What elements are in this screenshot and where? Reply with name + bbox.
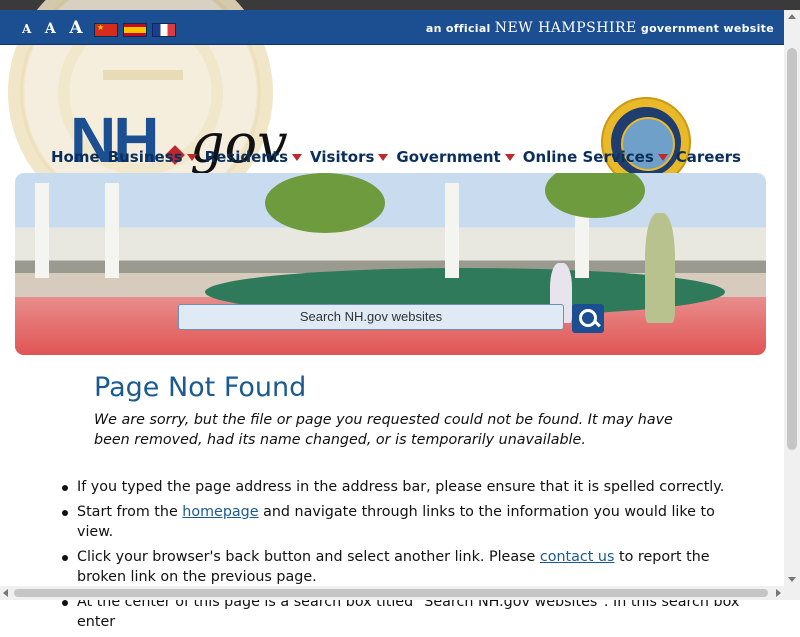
nav-home-label: Home — [51, 148, 100, 166]
search-icon — [579, 309, 597, 327]
french-flag-icon[interactable] — [152, 23, 176, 37]
font-size-large-button[interactable]: A — [69, 18, 82, 38]
hero-tree — [545, 173, 645, 218]
main-navigation: Home Business Residents Visitors Governm… — [51, 148, 749, 166]
suggestions-list: If you typed the page address in the add… — [62, 477, 742, 637]
list-item-text: Start from the — [77, 504, 183, 520]
search-button[interactable] — [572, 304, 604, 333]
official-prefix: an official — [425, 22, 491, 35]
nav-government-label: Government — [396, 148, 501, 166]
list-item-text: Click your browser's back button and sel… — [77, 549, 540, 565]
official-banner: A A A an official NEW HAMPSHIRE governme… — [0, 10, 784, 45]
horizontal-scrollbar[interactable] — [0, 586, 784, 600]
main-content: Page Not Found We are sorry, but the fil… — [94, 368, 674, 450]
font-size-controls: A A A — [22, 18, 91, 38]
caret-down-icon — [378, 153, 389, 161]
list-item: Click your browser's back button and sel… — [62, 547, 742, 587]
caret-down-icon — [504, 153, 515, 161]
list-item: If you typed the page address in the add… — [62, 477, 742, 497]
font-size-medium-button[interactable]: A — [45, 21, 56, 37]
list-item-text: If you typed the page address in the add… — [77, 479, 725, 495]
official-suffix: government website — [640, 22, 774, 35]
official-state: NEW HAMPSHIRE — [494, 20, 637, 36]
nav-item-business[interactable]: Business — [108, 148, 197, 166]
nav-item-home[interactable]: Home — [51, 148, 100, 166]
nav-item-visitors[interactable]: Visitors — [310, 148, 389, 166]
horizontal-scroll-thumb[interactable] — [14, 589, 768, 597]
contact-us-link[interactable]: contact us — [540, 549, 615, 565]
error-message: We are sorry, but the file or page you r… — [94, 412, 673, 448]
language-flags — [94, 23, 176, 37]
state-seal-inner — [611, 107, 681, 177]
caret-down-icon — [292, 153, 303, 161]
vertical-scroll-thumb[interactable] — [787, 48, 797, 450]
nav-online-services-label: Online Services — [522, 148, 654, 166]
hero-pillar — [105, 183, 119, 278]
hero-pillar — [35, 183, 49, 278]
hero-tree — [265, 173, 385, 233]
scroll-right-icon[interactable] — [776, 589, 781, 597]
homepage-link[interactable]: homepage — [182, 504, 258, 520]
scroll-down-icon[interactable] — [788, 577, 796, 582]
vertical-scrollbar[interactable] — [784, 10, 800, 600]
caret-down-icon — [186, 153, 197, 161]
scroll-left-icon[interactable] — [3, 589, 8, 597]
nav-careers-label: Careers — [675, 148, 741, 166]
list-item: Start from the homepage and navigate thr… — [62, 502, 742, 542]
spanish-flag-icon[interactable] — [123, 23, 147, 37]
font-size-small-button[interactable]: A — [22, 22, 31, 36]
search-input[interactable]: Search NH.gov websites — [178, 304, 564, 330]
caret-down-icon — [657, 153, 668, 161]
nav-item-careers[interactable]: Careers — [676, 148, 741, 166]
nav-item-residents[interactable]: Residents — [204, 148, 303, 166]
official-website-text: an official NEW HAMPSHIRE government web… — [426, 20, 774, 36]
hero-child-figure — [645, 213, 675, 323]
hero-pillar — [445, 183, 459, 278]
scroll-up-icon[interactable] — [788, 14, 796, 19]
nav-item-government[interactable]: Government — [396, 148, 515, 166]
nav-item-online-services[interactable]: Online Services — [523, 148, 668, 166]
nav-residents-label: Residents — [204, 148, 289, 166]
chinese-flag-icon[interactable] — [94, 23, 118, 37]
nav-business-label: Business — [107, 148, 183, 166]
search-icon-handle — [593, 319, 601, 328]
nav-visitors-label: Visitors — [310, 148, 375, 166]
page-title: Page Not Found — [94, 372, 307, 403]
